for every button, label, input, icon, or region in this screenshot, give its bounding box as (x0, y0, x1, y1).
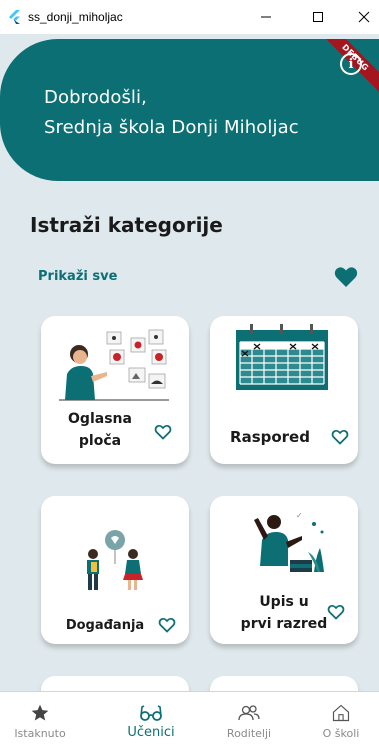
title-bar: ss_donji_miholjac (0, 0, 379, 34)
maximize-icon (313, 12, 323, 22)
maximize-button[interactable] (295, 0, 341, 34)
heart-outline-icon[interactable] (154, 424, 172, 440)
home-icon (332, 704, 350, 722)
info-button[interactable]: i (340, 53, 362, 75)
category-card-events[interactable]: Događanja (41, 496, 189, 644)
people-icon (238, 705, 260, 721)
favorites-heart-icon[interactable] (334, 266, 358, 288)
nav-label: Istaknuto (14, 727, 66, 740)
close-button[interactable] (341, 0, 379, 34)
svg-text:✓: ✓ (296, 511, 303, 520)
minimize-button[interactable] (243, 0, 289, 34)
nav-label: O školi (322, 727, 360, 740)
card-label: Oglasna ploča (68, 411, 132, 449)
events-illustration (87, 530, 143, 590)
card-label: Upis u prvi razred (240, 594, 328, 632)
window-title: ss_donji_miholjac (28, 10, 123, 24)
nav-item-ucenici[interactable]: Učenici (123, 692, 179, 745)
card-label: Događanja (65, 618, 145, 633)
category-card-notice-board[interactable]: Oglasna ploča (41, 316, 189, 464)
info-icon: i (348, 56, 354, 72)
heart-outline-icon[interactable] (331, 429, 349, 445)
show-all-link[interactable]: Prikaži sve (38, 269, 117, 284)
heart-outline-icon[interactable] (327, 604, 345, 620)
star-icon (31, 704, 49, 721)
nav-item-istaknuto[interactable]: Istaknuto (14, 692, 66, 745)
minimize-icon (261, 16, 271, 18)
category-card-schedule[interactable]: Raspored (210, 316, 358, 464)
card-label: Raspored (230, 428, 310, 446)
welcome-header: DEBUG i Dobrodošli, Srednja škola Donji … (0, 39, 379, 181)
calendar-illustration (236, 324, 328, 390)
notice-board-illustration (59, 329, 169, 401)
section-title: Istraži kategorije (30, 213, 223, 237)
school-name: Srednja škola Donji Miholjac (44, 117, 299, 138)
greeting-title: Dobrodošli, (44, 87, 147, 108)
heart-outline-icon[interactable] (158, 617, 176, 633)
enrollment-illustration: ✓ (254, 511, 324, 572)
nav-label: Roditelji (226, 727, 272, 740)
close-icon (358, 11, 370, 23)
app-window: ss_donji_miholjac DEBUG i Dobrodošli, Sr… (0, 0, 379, 745)
category-card-enrollment[interactable]: ✓ Upis u prvi razred (210, 496, 358, 644)
flutter-app-icon (9, 10, 20, 24)
nav-item-o-skoli[interactable]: O školi (318, 692, 364, 745)
nav-item-roditelji[interactable]: Roditelji (226, 692, 272, 745)
glasses-icon (140, 705, 162, 721)
bottom-navigation: Istaknuto Učenici Roditelji O školi (0, 691, 379, 745)
nav-label: Učenici (127, 725, 175, 740)
